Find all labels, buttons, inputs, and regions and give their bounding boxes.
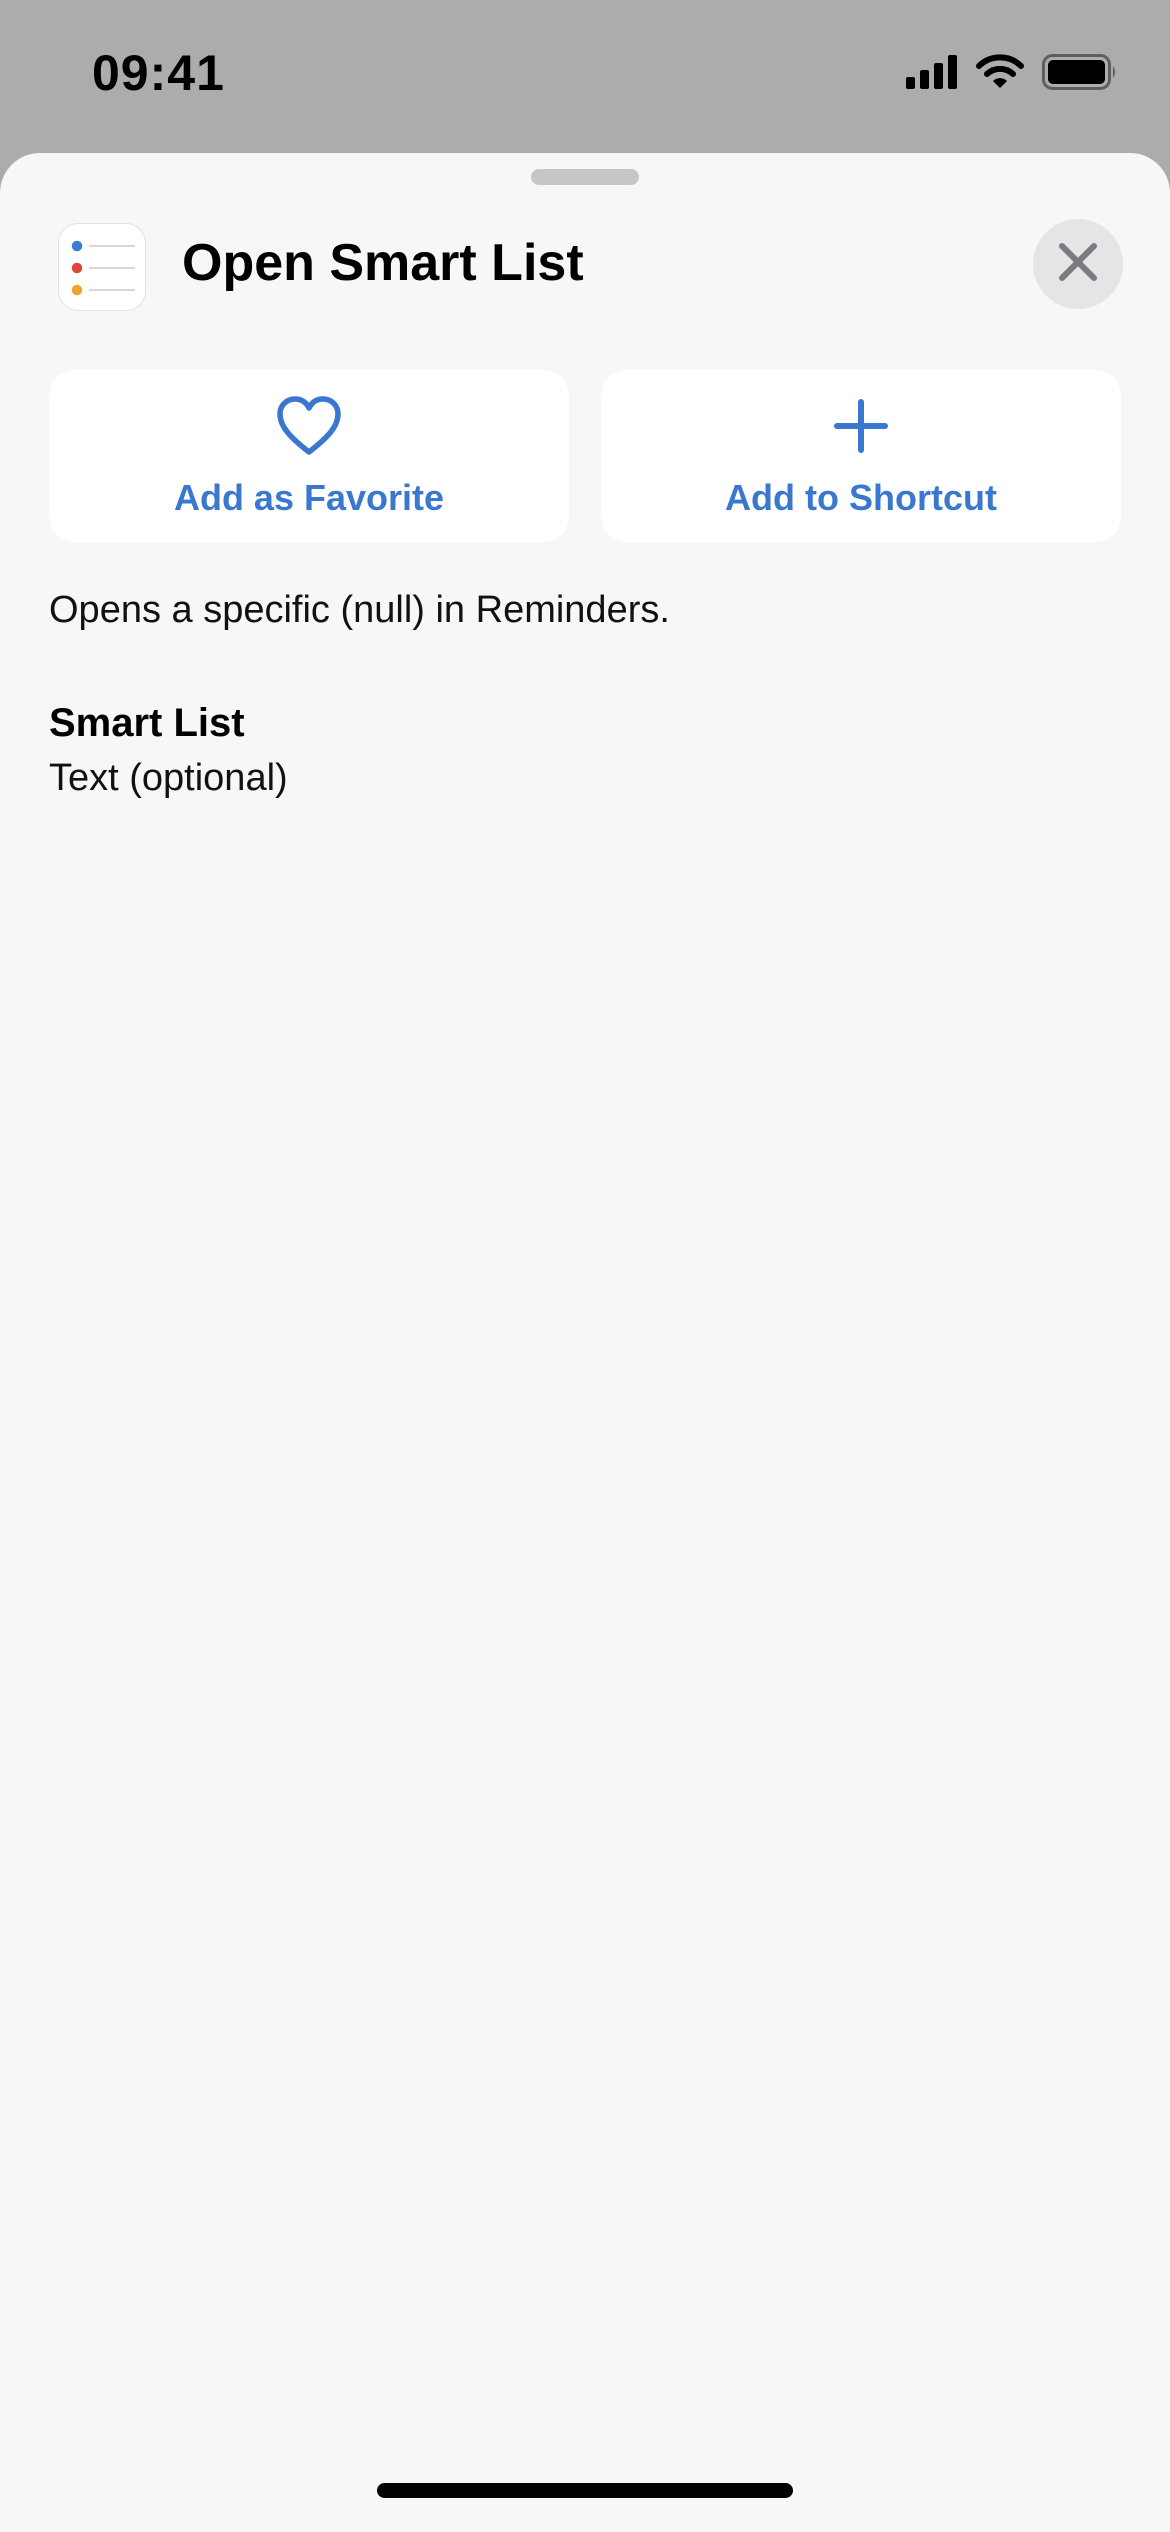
action-description: Opens a specific (null) in Reminders. <box>49 589 670 631</box>
close-icon <box>1058 242 1098 287</box>
parameter-type: Text (optional) <box>49 757 288 799</box>
plus-icon <box>829 394 893 458</box>
close-button[interactable] <box>1033 219 1123 309</box>
status-time: 09:41 <box>92 45 225 101</box>
cellular-signal-icon <box>906 54 958 94</box>
wifi-icon <box>976 53 1024 95</box>
add-to-shortcut-label: Add to Shortcut <box>725 477 997 518</box>
status-bar: 09:41 <box>0 0 1170 150</box>
status-icons <box>906 52 1118 96</box>
reminders-app-icon <box>58 223 146 311</box>
add-as-favorite-button[interactable]: Add as Favorite <box>49 370 569 542</box>
parameter-title: Smart List <box>49 701 245 745</box>
sheet-grabber[interactable] <box>531 169 639 185</box>
sheet-title: Open Smart List <box>182 234 584 292</box>
add-as-favorite-label: Add as Favorite <box>173 477 445 518</box>
add-to-shortcut-button[interactable]: Add to Shortcut <box>601 370 1121 542</box>
heart-icon <box>277 394 341 458</box>
home-indicator[interactable] <box>377 2483 793 2498</box>
action-detail-sheet: Open Smart List Add as Favorite Add to S… <box>0 153 1170 2532</box>
battery-icon <box>1042 53 1118 95</box>
